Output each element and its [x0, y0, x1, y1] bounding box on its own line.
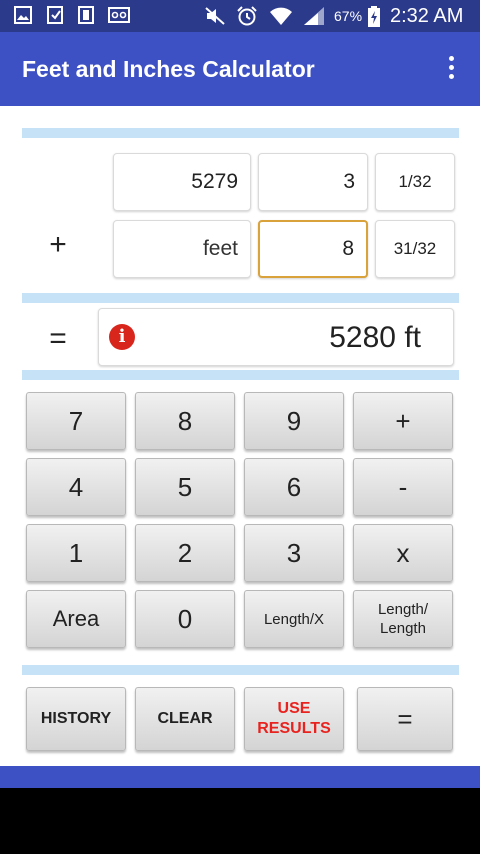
key-length-div-length[interactable]: Length/ Length	[353, 590, 453, 648]
system-navigation-bar	[0, 788, 480, 854]
equals-sign: =	[49, 322, 67, 355]
voicemail-notification-icon	[108, 6, 130, 24]
bottom-accent-bar	[0, 766, 480, 788]
equals-button[interactable]: =	[357, 687, 453, 751]
first-feet-field[interactable]: 5279	[113, 153, 251, 211]
key-5[interactable]: 5	[135, 458, 235, 516]
key-3[interactable]: 3	[244, 524, 344, 582]
overflow-menu-icon[interactable]	[441, 56, 461, 84]
key-8[interactable]: 8	[135, 392, 235, 450]
key-1[interactable]: 1	[26, 524, 126, 582]
first-inches-field[interactable]: 3	[258, 153, 368, 211]
second-feet-field[interactable]: feet	[113, 220, 251, 278]
result-value: 5280 ft	[329, 321, 421, 354]
status-bar: 67% 2:32 AM	[0, 0, 480, 32]
battery-percentage: 67%	[334, 8, 363, 24]
gallery-notification-icon	[14, 6, 32, 24]
actions-divider	[22, 665, 459, 675]
wifi-icon	[269, 6, 293, 26]
key-multiply[interactable]: x	[353, 524, 453, 582]
app-title: Feet and Inches Calculator	[22, 56, 315, 82]
info-icon[interactable]: i	[109, 324, 135, 350]
key-area[interactable]: Area	[26, 590, 126, 648]
document-notification-icon	[78, 6, 94, 24]
key-minus[interactable]: -	[353, 458, 453, 516]
operator-sign: +	[49, 228, 67, 261]
download-notification-icon	[46, 6, 64, 24]
middle-divider	[22, 293, 459, 303]
mute-icon	[204, 6, 226, 26]
alarm-icon	[236, 6, 258, 26]
key-length-div-x[interactable]: Length/X	[244, 590, 344, 648]
battery-charging-icon	[367, 6, 381, 28]
key-7[interactable]: 7	[26, 392, 126, 450]
second-inches-field[interactable]: 8	[258, 220, 368, 278]
first-fraction-field[interactable]: 1/32	[375, 153, 455, 211]
history-button[interactable]: HISTORY	[26, 687, 126, 751]
clear-button[interactable]: CLEAR	[135, 687, 235, 751]
key-6[interactable]: 6	[244, 458, 344, 516]
key-4[interactable]: 4	[26, 458, 126, 516]
app-bar: Feet and Inches Calculator	[0, 32, 480, 106]
key-0[interactable]: 0	[135, 590, 235, 648]
signal-icon	[302, 6, 326, 26]
keypad-divider	[22, 370, 459, 380]
result-display: i 5280 ft	[98, 308, 454, 366]
use-results-button[interactable]: USE RESULTS	[244, 687, 344, 751]
calculator-content: 5279 3 1/32 + feet 8 31/32 = i 5280 ft 7…	[0, 106, 480, 766]
key-plus[interactable]: +	[353, 392, 453, 450]
key-2[interactable]: 2	[135, 524, 235, 582]
top-divider	[22, 128, 459, 138]
second-fraction-field[interactable]: 31/32	[375, 220, 455, 278]
key-9[interactable]: 9	[244, 392, 344, 450]
clock: 2:32 AM	[390, 5, 464, 27]
